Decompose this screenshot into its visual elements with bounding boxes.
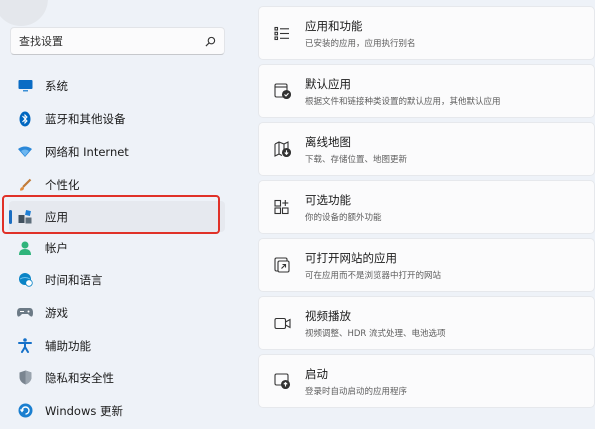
sidebar-item-label: 帐户 xyxy=(45,240,68,255)
person-icon xyxy=(17,240,33,256)
card-optional-features[interactable]: 可选功能 你的设备的额外功能 xyxy=(258,180,595,234)
sidebar-item-accessibility[interactable]: 辅助功能 xyxy=(9,330,225,361)
sidebar-item-system[interactable]: 系统 xyxy=(9,70,225,101)
update-icon xyxy=(17,403,33,419)
card-text: 视频播放 视频调整、HDR 流式处理、电池选项 xyxy=(305,308,446,339)
card-default-apps[interactable]: 默认应用 根据文件和链接种类设置的默认应用，其他默认应用 xyxy=(258,64,595,118)
card-title: 离线地图 xyxy=(305,134,351,149)
card-text: 启动 登录时自动启动的应用程序 xyxy=(305,366,407,397)
sidebar-item-label: 系统 xyxy=(45,78,68,93)
sidebar-item-label: Windows 更新 xyxy=(45,403,123,418)
sidebar-item-network[interactable]: 网络和 Internet xyxy=(9,136,225,167)
sidebar-item-windows-update[interactable]: Windows 更新 xyxy=(9,395,225,426)
sidebar-item-label: 时间和语言 xyxy=(45,272,103,287)
card-title: 可打开网站的应用 xyxy=(305,250,397,265)
card-description: 下载、存储位置、地图更新 xyxy=(305,154,408,165)
card-description: 可在应用而不是浏览器中打开的网站 xyxy=(305,270,442,281)
card-text: 可打开网站的应用 可在应用而不是浏览器中打开的网站 xyxy=(305,250,441,281)
sidebar-item-label: 游戏 xyxy=(45,305,68,320)
apps-list-icon xyxy=(272,23,292,43)
sidebar-item-time-language[interactable]: 时间和语言 xyxy=(9,264,225,295)
card-apps-features[interactable]: 应用和功能 已安装的应用，应用执行别名 xyxy=(258,6,595,60)
card-description: 已安装的应用，应用执行别名 xyxy=(305,38,416,49)
card-description: 登录时自动启动的应用程序 xyxy=(305,386,408,397)
shield-icon xyxy=(17,370,33,386)
sidebar-item-bluetooth[interactable]: 蓝牙和其他设备 xyxy=(9,103,225,134)
accessibility-icon xyxy=(17,338,33,354)
card-description: 根据文件和链接种类设置的默认应用，其他默认应用 xyxy=(305,96,501,107)
card-description: 视频调整、HDR 流式处理、电池选项 xyxy=(305,328,446,339)
bluetooth-icon xyxy=(17,111,33,127)
gamepad-icon xyxy=(17,305,33,321)
sidebar-item-accounts[interactable]: 帐户 xyxy=(9,232,225,263)
globe-clock-icon xyxy=(17,272,33,288)
sidebar-item-label: 辅助功能 xyxy=(45,338,91,353)
card-title: 视频播放 xyxy=(305,308,351,323)
search-placeholder: 查找设置 xyxy=(19,35,63,48)
card-title: 可选功能 xyxy=(305,192,351,207)
sidebar-item-label: 网络和 Internet xyxy=(45,144,129,159)
startup-icon xyxy=(272,371,292,391)
sidebar-item-gaming[interactable]: 游戏 xyxy=(9,297,225,328)
sidebar-item-label: 个性化 xyxy=(45,177,80,192)
wifi-icon xyxy=(17,144,33,160)
sidebar-item-privacy[interactable]: 隐私和安全性 xyxy=(9,362,225,393)
card-video-playback[interactable]: 视频播放 视频调整、HDR 流式处理、电池选项 xyxy=(258,296,595,350)
sidebar-item-label: 蓝牙和其他设备 xyxy=(45,111,126,126)
search-icon xyxy=(204,35,216,47)
card-text: 可选功能 你的设备的额外功能 xyxy=(305,192,382,223)
open-website-icon xyxy=(272,255,292,275)
display-icon xyxy=(17,78,33,94)
default-apps-icon xyxy=(272,81,292,101)
card-apps-for-websites[interactable]: 可打开网站的应用 可在应用而不是浏览器中打开的网站 xyxy=(258,238,595,292)
sidebar-item-label: 隐私和安全性 xyxy=(45,370,114,385)
brush-icon xyxy=(17,177,33,193)
highlight-annotation xyxy=(2,195,220,234)
card-title: 启动 xyxy=(305,366,328,381)
offline-map-icon xyxy=(272,139,292,159)
card-text: 离线地图 下载、存储位置、地图更新 xyxy=(305,134,407,165)
card-offline-maps[interactable]: 离线地图 下载、存储位置、地图更新 xyxy=(258,122,595,176)
search-input[interactable]: 查找设置 xyxy=(10,27,225,55)
card-startup[interactable]: 启动 登录时自动启动的应用程序 xyxy=(258,354,595,408)
card-title: 应用和功能 xyxy=(305,18,363,33)
card-title: 默认应用 xyxy=(305,76,351,91)
optional-features-icon xyxy=(272,197,292,217)
card-text: 默认应用 根据文件和链接种类设置的默认应用，其他默认应用 xyxy=(305,76,501,107)
user-avatar xyxy=(0,0,48,26)
card-description: 你的设备的额外功能 xyxy=(305,212,382,223)
card-text: 应用和功能 已安装的应用，应用执行别名 xyxy=(305,18,416,49)
video-icon xyxy=(272,313,292,333)
